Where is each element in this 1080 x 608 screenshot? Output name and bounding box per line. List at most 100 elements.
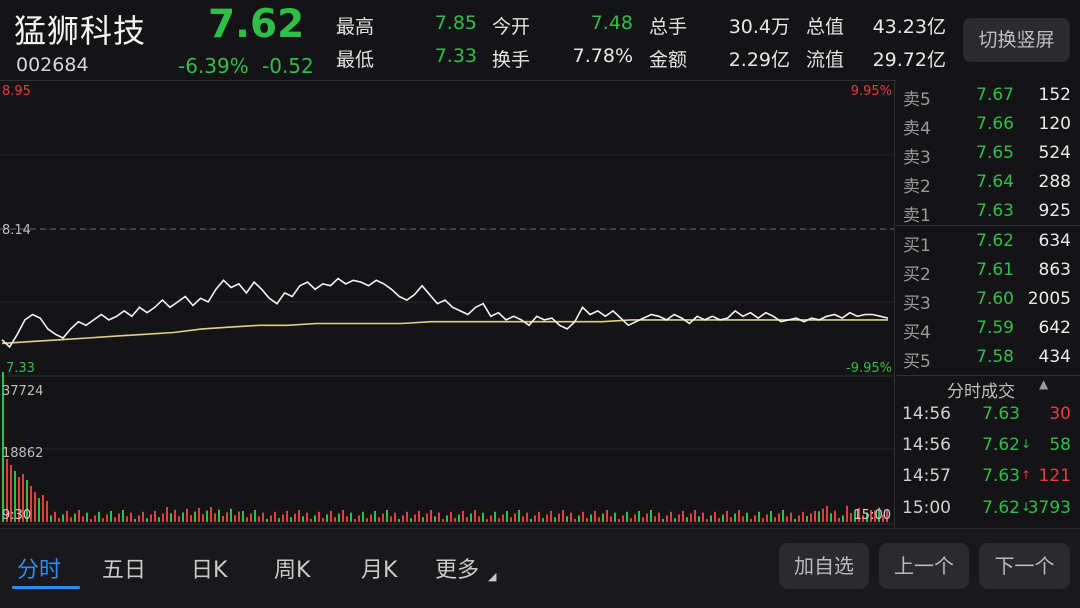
volume-bar [798,515,800,522]
volume-bar [214,513,216,522]
ask-price: 7.67 [976,85,1014,105]
bid-volume: 642 [1038,318,1071,338]
volume-bar [542,518,544,522]
axis-volume-mid: 18862 [2,446,43,461]
volume-bar [138,515,140,522]
volume-bar [806,516,808,522]
volume-bar [326,514,328,522]
volume-bar [110,510,112,522]
volume-bar [754,515,756,522]
volume-bar [250,513,252,522]
volume-bar [294,513,296,522]
next-stock-button[interactable]: 下一个 [979,543,1070,589]
ask-row-1[interactable]: 卖1 7.63 925 [896,196,1080,226]
volume-bar [386,510,388,522]
axis-bottom-percent: -9.95% [846,361,892,376]
volume-bar [254,510,256,522]
stock-code: 002684 [16,54,89,76]
volume-bar [354,519,356,522]
tab-more[interactable]: 更多 [435,552,479,584]
quote-label-float-cap: 流值 [806,49,845,71]
active-tab-indicator [12,586,80,589]
volume-bar [122,510,124,522]
bid-volume: 634 [1038,231,1071,251]
volume-bar [802,511,804,522]
volume-bar [166,507,168,522]
quote-label-open: 今开 [492,16,531,38]
ask-row-4[interactable]: 卖4 7.66 120 [896,109,1080,139]
volume-bar [594,510,596,522]
volume-bar [486,519,488,522]
volume-bar [578,515,580,522]
ask-row-2[interactable]: 卖2 7.64 288 [896,167,1080,197]
volume-bar [126,516,128,522]
volume-bar [618,519,620,522]
bid-row-2[interactable]: 买2 7.61 863 [896,255,1080,285]
ticks-header[interactable]: 分时成交 ▲ [896,376,1080,402]
volume-bar [514,513,516,522]
previous-stock-button[interactable]: 上一个 [879,543,969,589]
switch-portrait-button[interactable]: 切换竖屏 [963,18,1070,62]
volume-bar [278,518,280,522]
volume-bar [558,513,560,522]
volume-bar [622,515,624,522]
volume-bar [454,518,456,522]
volume-bar [646,513,648,522]
tab-daily-k[interactable]: 日K [191,552,227,584]
tab-five-day[interactable]: 五日 [102,552,146,584]
ask-row-3[interactable]: 卖3 7.65 524 [896,138,1080,168]
more-dropdown-icon[interactable]: ◢ [488,570,496,583]
volume-bar [826,506,828,522]
tab-monthly-k[interactable]: 月K [361,552,397,584]
volume-bar [458,514,460,522]
quote-value-open: 7.48 [590,12,633,34]
volume-bar [690,513,692,522]
volume-bar [650,510,652,522]
volume-bar [42,495,44,522]
volume-bar [762,518,764,522]
volume-bar [786,516,788,522]
quote-label-low: 最低 [336,49,375,71]
volume-bar [446,515,448,522]
add-watchlist-button[interactable]: 加自选 [779,543,869,589]
axis-bottom-price: 7.33 [6,361,35,376]
quote-label-volume: 总手 [649,16,688,38]
tab-weekly-k[interactable]: 周K [274,552,310,584]
ask-volume: 925 [1038,201,1071,221]
volume-bar [642,517,644,522]
ticks-title: 分时成交 [947,382,1015,402]
tick-time: 14:56 [902,435,951,455]
volume-bar [194,511,196,522]
volume-bar [226,512,228,522]
bid-row-1[interactable]: 买1 7.62 634 [896,226,1080,256]
tick-time: 14:57 [902,466,951,486]
volume-bar [670,511,672,522]
ask-volume: 120 [1038,114,1071,134]
volume-bars [2,372,888,522]
bid-label: 买5 [903,352,931,372]
bid-row-3[interactable]: 买3 7.60 2005 [896,284,1080,314]
tab-intraday[interactable]: 分时 [17,552,61,584]
ask-label: 卖5 [903,90,931,110]
volume-bar [626,511,628,522]
volume-bar [630,518,632,522]
volume-bar [342,510,344,522]
volume-bar [234,515,236,522]
intraday-chart[interactable]: 8.95 9.95% 8.14 7.33 -9.95% 37724 18862 … [0,80,896,528]
ask-row-5[interactable]: 卖5 7.67 152 [896,80,1080,110]
volume-bar [218,509,220,522]
tick-time: 15:00 [902,498,951,518]
volume-bar [150,514,152,522]
volume-bar [490,515,492,522]
bid-row-5[interactable]: 买5 7.58 434 [896,342,1080,372]
volume-bar [318,511,320,522]
down-arrow-icon: ↓ [1021,437,1032,451]
volume-bar [734,513,736,522]
volume-bar [282,514,284,522]
volume-bar [146,518,148,522]
bid-row-4[interactable]: 买4 7.59 642 [896,313,1080,343]
volume-bar [50,515,52,522]
volume-bar [106,514,108,522]
volume-bar [382,513,384,522]
volume-bar [794,519,796,522]
